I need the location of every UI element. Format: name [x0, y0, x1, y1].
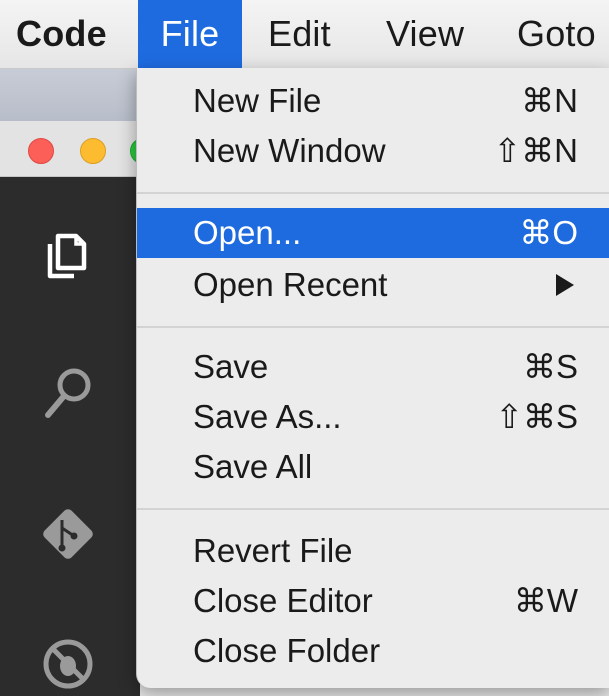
menu-item-close-editor[interactable]: Close Editor ⌘W	[137, 576, 609, 626]
submenu-arrow-icon	[556, 274, 574, 296]
activity-bar	[0, 177, 140, 696]
menu-item-shortcut: ⌘O	[519, 214, 578, 251]
menu-file[interactable]: File	[138, 0, 242, 68]
window-titlebar	[0, 121, 156, 177]
debug-icon[interactable]	[36, 632, 100, 696]
menu-view[interactable]: View	[386, 0, 464, 68]
menu-goto[interactable]: Goto	[517, 0, 596, 68]
menu-item-label: Revert File	[193, 532, 353, 569]
menu-item-save-as[interactable]: Save As... ⇧⌘S	[137, 392, 609, 442]
menu-separator	[137, 508, 609, 510]
menu-item-label: Save All	[193, 448, 313, 485]
menu-item-label: Open Recent	[193, 266, 388, 303]
menu-item-save[interactable]: Save ⌘S	[137, 342, 609, 392]
menu-item-shortcut: ⇧⌘N	[493, 132, 578, 169]
menu-item-open-recent[interactable]: Open Recent	[137, 260, 609, 310]
menu-item-save-all[interactable]: Save All	[137, 442, 609, 492]
close-window-button[interactable]	[28, 138, 54, 164]
menu-item-shortcut: ⌘W	[513, 582, 578, 619]
menu-item-open[interactable]: Open... ⌘O	[137, 208, 609, 258]
menu-app-code[interactable]: Code	[16, 0, 107, 68]
menu-item-close-folder[interactable]: Close Folder	[137, 626, 609, 676]
menu-item-label: Save As...	[193, 398, 342, 435]
menu-item-new-window[interactable]: New Window ⇧⌘N	[137, 126, 609, 176]
menu-item-shortcut: ⌘S	[522, 348, 578, 385]
menu-item-label: New File	[193, 82, 322, 119]
menu-bar: Code File Edit View Goto	[0, 0, 609, 69]
minimize-window-button[interactable]	[80, 138, 106, 164]
file-menu-dropdown: New File ⌘N New Window ⇧⌘N Open... ⌘O Op…	[136, 68, 609, 688]
menu-item-new-file[interactable]: New File ⌘N	[137, 76, 609, 126]
menu-edit[interactable]: Edit	[268, 0, 331, 68]
menu-item-label: Open...	[193, 214, 302, 251]
menu-item-shortcut: ⌘N	[521, 82, 578, 119]
menu-item-revert-file[interactable]: Revert File	[137, 526, 609, 576]
explorer-icon[interactable]	[36, 222, 100, 286]
menu-separator	[137, 192, 609, 194]
desktop-background	[0, 69, 140, 121]
menu-item-label: New Window	[193, 132, 386, 169]
menu-item-label: Save	[193, 348, 269, 385]
menu-separator	[137, 326, 609, 328]
menu-item-label: Close Editor	[193, 582, 373, 619]
git-icon[interactable]	[36, 502, 100, 566]
search-icon[interactable]	[36, 361, 100, 425]
menu-item-shortcut: ⇧⌘S	[495, 398, 578, 435]
menu-item-label: Close Folder	[193, 632, 381, 669]
